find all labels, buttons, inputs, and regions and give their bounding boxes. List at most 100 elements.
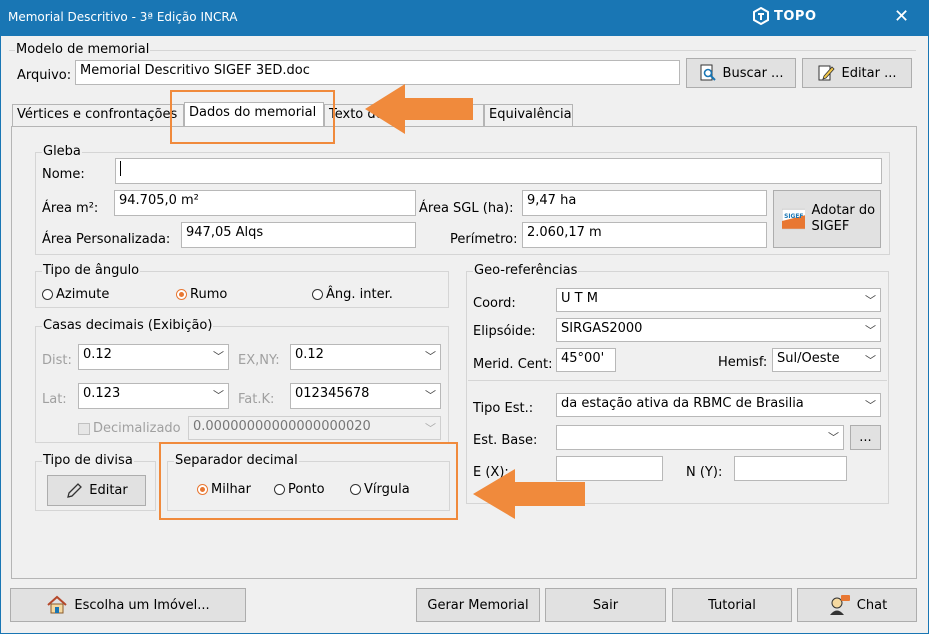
area-personalizada-label: Área Personalizada: bbox=[42, 232, 171, 247]
chevron-down-icon: ﹀ bbox=[865, 294, 876, 307]
hemisf-value: Sul/Oeste bbox=[777, 351, 840, 366]
chevron-down-icon: ﹀ bbox=[213, 350, 224, 363]
topo-logo-icon bbox=[753, 7, 769, 25]
area-m2-field[interactable]: 94.705,0 m² bbox=[114, 190, 416, 216]
chevron-down-icon: ﹀ bbox=[828, 431, 839, 444]
editar-divisa-label: Editar bbox=[89, 483, 128, 498]
dist-select[interactable]: 0.12 ﹀ bbox=[78, 344, 229, 370]
tipo-angulo-legend: Tipo de ângulo bbox=[42, 263, 141, 278]
hemisf-select[interactable]: Sul/Oeste ﹀ bbox=[772, 348, 881, 372]
highlight-box-tab bbox=[170, 90, 335, 144]
nome-field[interactable] bbox=[115, 158, 882, 184]
chat-support-icon bbox=[829, 595, 850, 615]
sigef-logo-icon: SIGEF bbox=[782, 208, 806, 230]
geo-legend: Geo-referências bbox=[473, 263, 579, 278]
merid-field[interactable]: 45°00' bbox=[556, 348, 616, 372]
arrow-left-icon bbox=[365, 84, 473, 134]
sair-button[interactable]: Sair bbox=[545, 588, 666, 622]
decimalizado-box bbox=[78, 422, 90, 435]
coord-select[interactable]: U T M ﹀ bbox=[556, 288, 881, 312]
tab-equivalencia[interactable]: Equivalência bbox=[484, 104, 573, 126]
tab-vertices[interactable]: Vértices e confrontações bbox=[12, 104, 184, 126]
tipo-divisa-legend: Tipo de divisa bbox=[42, 453, 134, 468]
radio-rumo-label: Rumo bbox=[190, 287, 228, 302]
area-personalizada-field[interactable]: 947,05 Alqs bbox=[181, 222, 416, 248]
adotar-sigef-button[interactable]: SIGEF Adotar do SIGEF bbox=[773, 190, 881, 248]
dist-label: Dist: bbox=[42, 353, 72, 368]
exny-value: 0.12 bbox=[295, 347, 324, 362]
radio-rumo-dot bbox=[176, 289, 187, 300]
adotar-sigef-label: Adotar do SIGEF bbox=[811, 203, 876, 234]
arquivo-field[interactable]: Memorial Descritivo SIGEF 3ED.doc bbox=[75, 60, 680, 85]
lat-value: 0.123 bbox=[83, 386, 121, 401]
search-document-icon bbox=[700, 64, 716, 81]
chat-label: Chat bbox=[856, 597, 888, 613]
modelo-legend: Modelo de memorial bbox=[15, 42, 151, 57]
escolha-imovel-button[interactable]: Escolha um Imóvel... bbox=[10, 588, 246, 622]
decimalizado-checkbox[interactable]: Decimalizado bbox=[78, 421, 181, 436]
brand-text: TOPO bbox=[774, 8, 817, 24]
fatk-label: Fat.K: bbox=[238, 392, 275, 407]
tipo-est-select[interactable]: da estação ativa da RBMC de Brasilia ﹀ bbox=[556, 393, 881, 417]
window-title: Memorial Descritivo - 3ª Edição INCRA bbox=[8, 10, 238, 24]
buscar-label: Buscar ... bbox=[722, 65, 784, 81]
perimetro-field[interactable]: 2.060,17 m bbox=[522, 222, 767, 248]
perimetro-label: Perímetro: bbox=[450, 232, 518, 247]
chevron-down-icon: ﹀ bbox=[425, 389, 436, 402]
close-icon[interactable]: ✕ bbox=[894, 6, 909, 27]
coord-value: U T M bbox=[561, 291, 598, 306]
exny-select[interactable]: 0.12 ﹀ bbox=[290, 344, 441, 370]
merid-label: Merid. Cent: bbox=[473, 357, 553, 372]
est-base-label: Est. Base: bbox=[473, 433, 538, 448]
est-base-browse-button[interactable]: ... bbox=[850, 425, 881, 450]
gleba-legend: Gleba bbox=[42, 144, 82, 159]
dist-value: 0.12 bbox=[83, 347, 112, 362]
text-cursor bbox=[120, 161, 121, 176]
lat-select[interactable]: 0.123 ﹀ bbox=[78, 383, 229, 409]
chevron-down-icon: ﹀ bbox=[213, 389, 224, 402]
radio-ang-inter-label: Âng. inter. bbox=[326, 287, 393, 302]
elipsoide-select[interactable]: SIRGAS2000 ﹀ bbox=[556, 318, 881, 342]
est-base-select[interactable]: ﹀ bbox=[556, 425, 844, 450]
chevron-down-icon: ﹀ bbox=[865, 354, 876, 367]
escolha-imovel-label: Escolha um Imóvel... bbox=[74, 597, 210, 613]
radio-ang-inter-dot bbox=[312, 289, 323, 300]
brand-logo: TOPO bbox=[752, 7, 817, 25]
radio-rumo[interactable]: Rumo bbox=[176, 287, 227, 302]
exny-label: EX,NY: bbox=[238, 353, 280, 368]
area-m2-label: Área m²: bbox=[42, 201, 99, 216]
sigef-logo-text: SIGEF bbox=[784, 214, 803, 220]
ny-label: N (Y): bbox=[686, 465, 723, 480]
geo-divider bbox=[468, 380, 887, 381]
chevron-down-icon: ﹀ bbox=[425, 422, 436, 435]
arquivo-label: Arquivo: bbox=[17, 68, 72, 83]
tipo-est-label: Tipo Est.: bbox=[473, 401, 534, 416]
chat-button[interactable]: Chat bbox=[797, 588, 917, 622]
tutorial-button[interactable]: Tutorial bbox=[672, 588, 792, 622]
elipsoide-value: SIRGAS2000 bbox=[561, 321, 643, 336]
title-bar: Memorial Descritivo - 3ª Edição INCRA TO… bbox=[0, 0, 929, 36]
highlight-box-separador bbox=[159, 442, 458, 520]
hemisf-label: Hemisf: bbox=[718, 355, 768, 370]
radio-ang-inter[interactable]: Âng. inter. bbox=[312, 287, 393, 302]
nome-label: Nome: bbox=[42, 167, 85, 182]
elipsoide-label: Elipsóide: bbox=[473, 324, 536, 339]
house-icon bbox=[47, 595, 68, 614]
pencil-icon bbox=[67, 482, 83, 498]
decimalizado-select[interactable]: 0.00000000000000000020 ﹀ bbox=[188, 416, 441, 440]
area-sgl-label: Área SGL (ha): bbox=[419, 201, 514, 216]
radio-azimute-dot bbox=[42, 289, 53, 300]
decimalizado-label: Decimalizado bbox=[93, 421, 181, 436]
editar-divisa-button[interactable]: Editar bbox=[47, 475, 146, 506]
arrow-left-icon bbox=[473, 469, 585, 519]
buscar-button[interactable]: Buscar ... bbox=[686, 58, 796, 88]
fatk-select[interactable]: 012345678 ﹀ bbox=[290, 383, 441, 409]
radio-azimute[interactable]: Azimute bbox=[42, 287, 109, 302]
decimalizado-value: 0.00000000000000000020 bbox=[193, 419, 371, 434]
radio-azimute-label: Azimute bbox=[56, 287, 110, 302]
gerar-memorial-button[interactable]: Gerar Memorial bbox=[416, 588, 540, 622]
editar-modelo-button[interactable]: Editar ... bbox=[802, 58, 912, 88]
casas-decimais-legend: Casas decimais (Exibição) bbox=[42, 318, 214, 333]
area-sgl-field[interactable]: 9,47 ha bbox=[522, 190, 767, 216]
ny-field[interactable] bbox=[734, 456, 847, 481]
